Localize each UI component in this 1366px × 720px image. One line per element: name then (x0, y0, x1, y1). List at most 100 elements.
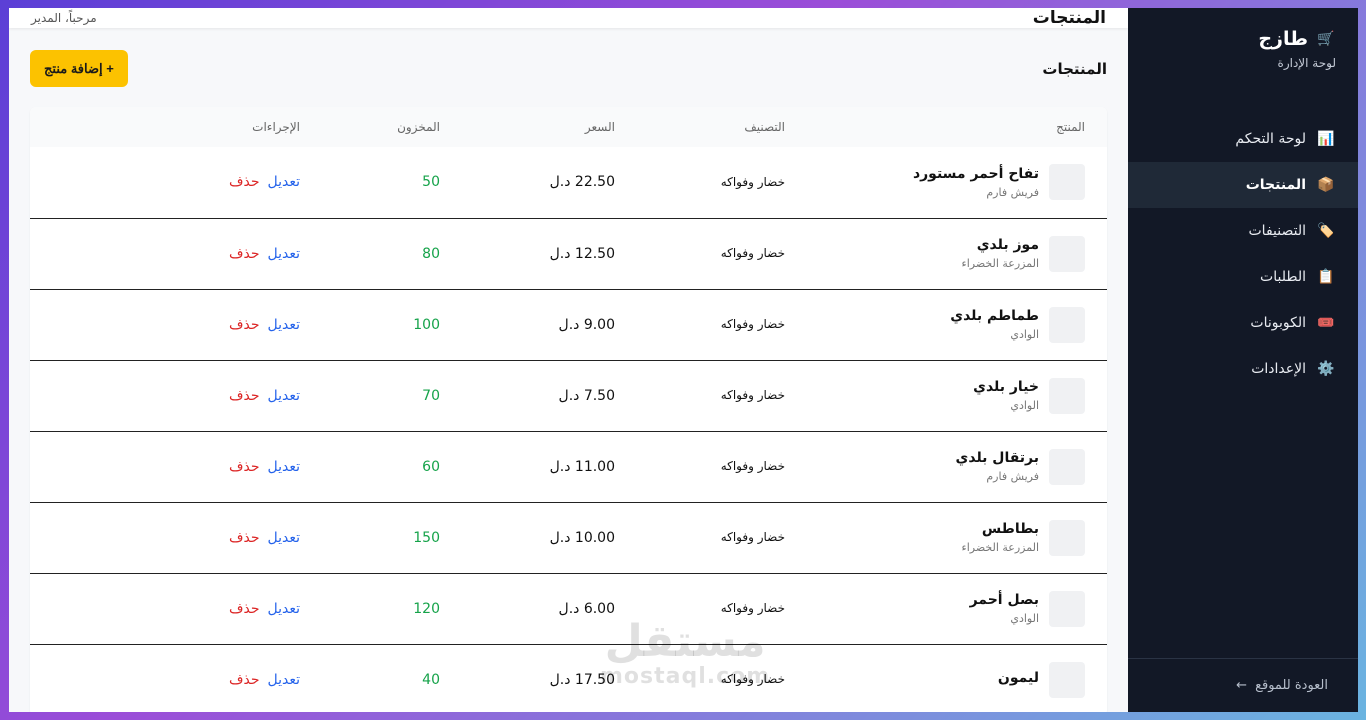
delete-button[interactable]: حذف (229, 317, 260, 333)
product-supplier: المزرعة الخضراء (961, 541, 1039, 554)
product-price: 7.50 د.ل (558, 387, 615, 404)
product-name: خيار بلدي (973, 379, 1039, 395)
product-cell: بطاطس المزرعة الخضراء (807, 502, 1107, 574)
product-stock: 50 (422, 174, 440, 191)
table-header: المنتج التصنيف السعر المخزون الإجراءات (30, 107, 1107, 147)
header-row: المنتج التصنيف السعر المخزون الإجراءات (30, 107, 1107, 147)
content: المنتجات + إضافة منتج المنتج التصنيف الس… (9, 28, 1128, 712)
add-product-button[interactable]: + إضافة منتج (30, 50, 128, 87)
product-stock: 100 (413, 316, 440, 333)
product-category: خضار وفواكه (720, 317, 785, 331)
brand-subtitle: لوحة الإدارة (1277, 56, 1336, 70)
sidebar-item-3[interactable]: 📋 الطلبات (1128, 254, 1358, 300)
edit-button[interactable]: تعديل (268, 174, 301, 190)
edit-button[interactable]: تعديل (268, 530, 301, 546)
sidebar-item-1[interactable]: 📦 المنتجات (1128, 162, 1358, 208)
table-row: بطاطس المزرعة الخضراء خضار وفواكه 10.00 د.ل… (30, 502, 1107, 574)
row-actions: تعديل حذف (52, 317, 300, 333)
ticket-icon: 🎟️ (1317, 315, 1335, 331)
stock-cell: 40 (322, 644, 462, 712)
stock-cell: 100 (322, 289, 462, 361)
delete-button[interactable]: حذف (229, 530, 260, 546)
brand: 🛒 طازج لوحة الإدارة (1128, 8, 1358, 70)
row-actions: تعديل حذف (52, 246, 300, 262)
header-category: التصنيف (744, 120, 785, 134)
row-actions: تعديل حذف (52, 672, 300, 688)
actions-cell: تعديل حذف (30, 431, 322, 503)
sidebar-item-label: لوحة التحكم (1235, 131, 1306, 147)
delete-button[interactable]: حذف (229, 459, 260, 475)
clipboard-icon: 📋 (1317, 269, 1335, 285)
table-body: تفاح أحمر مستورد فريش فارم خضار وفواكه 22.5… (30, 147, 1107, 712)
sidebar-nav: 📊 لوحة التحكم 📦 المنتجات 🏷️ التصنيفات 📋 الطلبات… (1128, 116, 1358, 392)
actions-cell: تعديل حذف (30, 502, 322, 574)
app-window: 🛒 طازج لوحة الإدارة 📊 لوحة التحكم 📦 المنتجا… (9, 8, 1358, 712)
edit-button[interactable]: تعديل (268, 246, 301, 262)
product-image (1049, 519, 1085, 556)
arrow-left-icon: ← (1236, 678, 1248, 693)
product-image (1049, 306, 1085, 343)
sidebar-item-label: الإعدادات (1251, 361, 1306, 377)
product-name: ليمون (997, 669, 1039, 686)
header-actions: الإجراءات (252, 120, 300, 134)
sidebar-item-label: التصنيفات (1248, 223, 1307, 239)
product-info: بطاطس المزرعة الخضراء (829, 519, 1085, 556)
edit-button[interactable]: تعديل (268, 601, 301, 617)
table-row: برتقال بلدي فريش فارم خضار وفواكه 11.00 د.ل… (30, 431, 1107, 503)
edit-button[interactable]: تعديل (268, 672, 301, 688)
product-info: برتقال بلدي فريش فارم (829, 448, 1085, 485)
delete-button[interactable]: حذف (229, 174, 260, 190)
product-cell: ليمون (807, 644, 1107, 712)
delete-button[interactable]: حذف (229, 601, 260, 617)
product-text: بطاطس المزرعة الخضراء (962, 521, 1039, 554)
product-text: تفاح أحمر مستورد فريش فارم (913, 166, 1039, 199)
sidebar-item-4[interactable]: 🎟️ الكوبونات (1128, 300, 1358, 346)
page-title: المنتجات (1032, 8, 1106, 28)
product-stock: 120 (413, 600, 440, 617)
category-cell: خضار وفواكه (637, 573, 807, 645)
edit-button[interactable]: تعديل (268, 459, 301, 475)
product-price: 9.00 د.ل (558, 316, 615, 333)
table-row: طماطم بلدي الوادي خضار وفواكه 9.00 د.ل 100 تع… (30, 289, 1107, 361)
price-cell: 12.50 د.ل (462, 218, 637, 290)
price-cell: 22.50 د.ل (462, 147, 637, 219)
row-actions: تعديل حذف (52, 174, 300, 190)
edit-button[interactable]: تعديل (268, 388, 301, 404)
sidebar-item-label: المنتجات (1245, 177, 1306, 193)
product-stock: 80 (422, 245, 440, 262)
price-cell: 10.00 د.ل (462, 502, 637, 574)
header-stock: المخزون (397, 120, 440, 134)
product-cell: تفاح أحمر مستورد فريش فارم (807, 147, 1107, 219)
product-price: 6.00 د.ل (558, 600, 615, 617)
product-name: موز بلدي (976, 237, 1039, 253)
sidebar: 🛒 طازج لوحة الإدارة 📊 لوحة التحكم 📦 المنتجا… (1128, 8, 1358, 712)
product-supplier: فريش فارم (986, 470, 1039, 483)
product-category: خضار وفواكه (720, 672, 785, 686)
delete-button[interactable]: حذف (229, 672, 260, 688)
product-info: طماطم بلدي الوادي (829, 306, 1085, 343)
product-price: 17.50 د.ل (549, 671, 615, 688)
sidebar-item-5[interactable]: ⚙️ الإعدادات (1128, 346, 1358, 392)
back-to-site-link[interactable]: العودة للموقع ← (1128, 658, 1358, 712)
sidebar-item-0[interactable]: 📊 لوحة التحكم (1128, 116, 1358, 162)
table-row: بصل أحمر الوادي خضار وفواكه 6.00 د.ل 120 تعدي… (30, 573, 1107, 645)
product-price: 12.50 د.ل (549, 245, 615, 262)
product-info: خيار بلدي الوادي (829, 377, 1085, 414)
product-name: بطاطس (981, 521, 1039, 537)
stock-cell: 60 (322, 431, 462, 503)
delete-button[interactable]: حذف (229, 388, 260, 404)
topbar: المنتجات مرحباً، المدير (9, 8, 1128, 28)
table-row: ليمون خضار وفواكه 17.50 د.ل 40 تعديل حذف (30, 644, 1107, 712)
price-cell: 17.50 د.ل (462, 644, 637, 712)
sidebar-item-2[interactable]: 🏷️ التصنيفات (1128, 208, 1358, 254)
products-table-card: المنتج التصنيف السعر المخزون الإجراءات ت… (30, 107, 1107, 712)
delete-button[interactable]: حذف (229, 246, 260, 262)
stock-cell: 80 (322, 218, 462, 290)
edit-button[interactable]: تعديل (268, 317, 301, 333)
actions-cell: تعديل حذف (30, 289, 322, 361)
section-header: المنتجات + إضافة منتج (30, 50, 1107, 87)
table-row: خيار بلدي الوادي خضار وفواكه 7.50 د.ل 70 تعدي… (30, 360, 1107, 432)
product-category: خضار وفواكه (720, 174, 785, 189)
product-info: تفاح أحمر مستورد فريش فارم (829, 164, 1085, 201)
actions-cell: تعديل حذف (30, 218, 322, 290)
